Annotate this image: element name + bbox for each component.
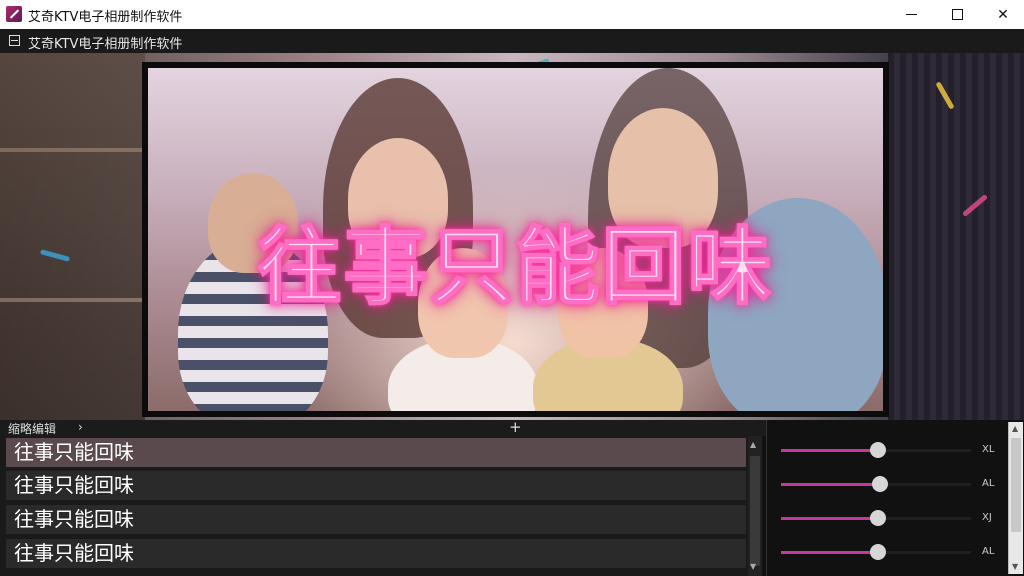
add-icon[interactable]: + [509, 418, 522, 436]
scroll-down-icon[interactable]: ▼ [1012, 562, 1018, 571]
close-button[interactable]: ✕ [980, 0, 1024, 29]
photo-frame: 往事只能回味 [142, 62, 889, 417]
close-icon: ✕ [997, 6, 1009, 23]
slider-label: AL [982, 546, 995, 557]
scroll-thumb[interactable] [750, 456, 760, 566]
slider-knob[interactable] [870, 510, 886, 526]
slider-fill [781, 449, 878, 452]
chevron-right-icon[interactable]: › [78, 420, 83, 434]
panel-scrollbar[interactable]: ▲ ▼ [1008, 422, 1023, 574]
maximize-icon [951, 9, 963, 20]
property-slider[interactable] [781, 544, 971, 560]
property-slider[interactable] [781, 442, 971, 458]
properties-panel: XL AL XJ AL [766, 420, 1024, 576]
slider-label: XL [982, 444, 995, 455]
background-curtain [888, 53, 1024, 420]
slider-fill [781, 483, 880, 486]
lyric-list: 往事只能回味 往事只能回味 往事只能回味 往事只能回味 [0, 436, 748, 576]
background-shelf [0, 53, 145, 420]
lyric-headline: 往事只能回味 [256, 217, 774, 317]
slider-knob[interactable] [872, 476, 888, 492]
title-bar: 艾奇KTV电子相册制作软件 ✕ [0, 0, 1024, 30]
menu-title: 艾奇KTV电子相册制作软件 [28, 37, 183, 52]
list-item[interactable]: 往事只能回味 [6, 539, 746, 568]
slider-label: XJ [982, 512, 992, 523]
window-title: 艾奇KTV电子相册制作软件 [28, 10, 183, 25]
timeline-bar: 缩略编辑 › + [0, 418, 766, 436]
menu-bar: 艾奇KTV电子相册制作软件 [0, 29, 1024, 53]
slider-knob[interactable] [870, 442, 886, 458]
slider-fill [781, 517, 878, 520]
minimize-button[interactable] [888, 0, 934, 29]
scroll-up-icon[interactable]: ▲ [1012, 424, 1018, 433]
scroll-thumb[interactable] [1011, 438, 1021, 532]
scroll-up-icon[interactable]: ▲ [750, 440, 756, 449]
collapse-icon[interactable] [9, 35, 20, 46]
property-slider[interactable] [781, 476, 971, 492]
slider-fill [781, 551, 878, 554]
scroll-down-icon[interactable]: ▼ [750, 562, 756, 571]
list-item[interactable]: 往事只能回味 [6, 505, 746, 534]
list-item[interactable]: 往事只能回味 [6, 438, 746, 467]
maximize-button[interactable] [934, 0, 980, 29]
list-item[interactable]: 往事只能回味 [6, 471, 746, 500]
timeline-label: 缩略编辑 [8, 422, 57, 436]
list-scrollbar[interactable]: ▲ ▼ [748, 436, 762, 576]
minimize-icon [905, 14, 917, 15]
app-logo-icon [6, 6, 22, 22]
slider-label: AL [982, 478, 995, 489]
property-slider[interactable] [781, 510, 971, 526]
slider-knob[interactable] [870, 544, 886, 560]
